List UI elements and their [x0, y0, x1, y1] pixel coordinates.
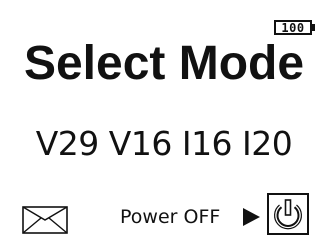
- screen-title: Select Mode: [23, 37, 305, 90]
- mode-list: V29 V16 I16 I20: [35, 124, 293, 163]
- device-screen: 100 Select Mode V29 V16 I16 I20 Power OF…: [0, 0, 328, 240]
- right-triangle-icon: [243, 208, 260, 226]
- power-off-label: Power OFF: [120, 206, 221, 228]
- power-button[interactable]: [267, 193, 309, 235]
- power-icon: [274, 199, 302, 230]
- battery-tip: [312, 24, 315, 31]
- battery-indicator: 100: [274, 20, 312, 35]
- battery-level: 100: [281, 20, 305, 35]
- envelope-icon[interactable]: [22, 206, 68, 234]
